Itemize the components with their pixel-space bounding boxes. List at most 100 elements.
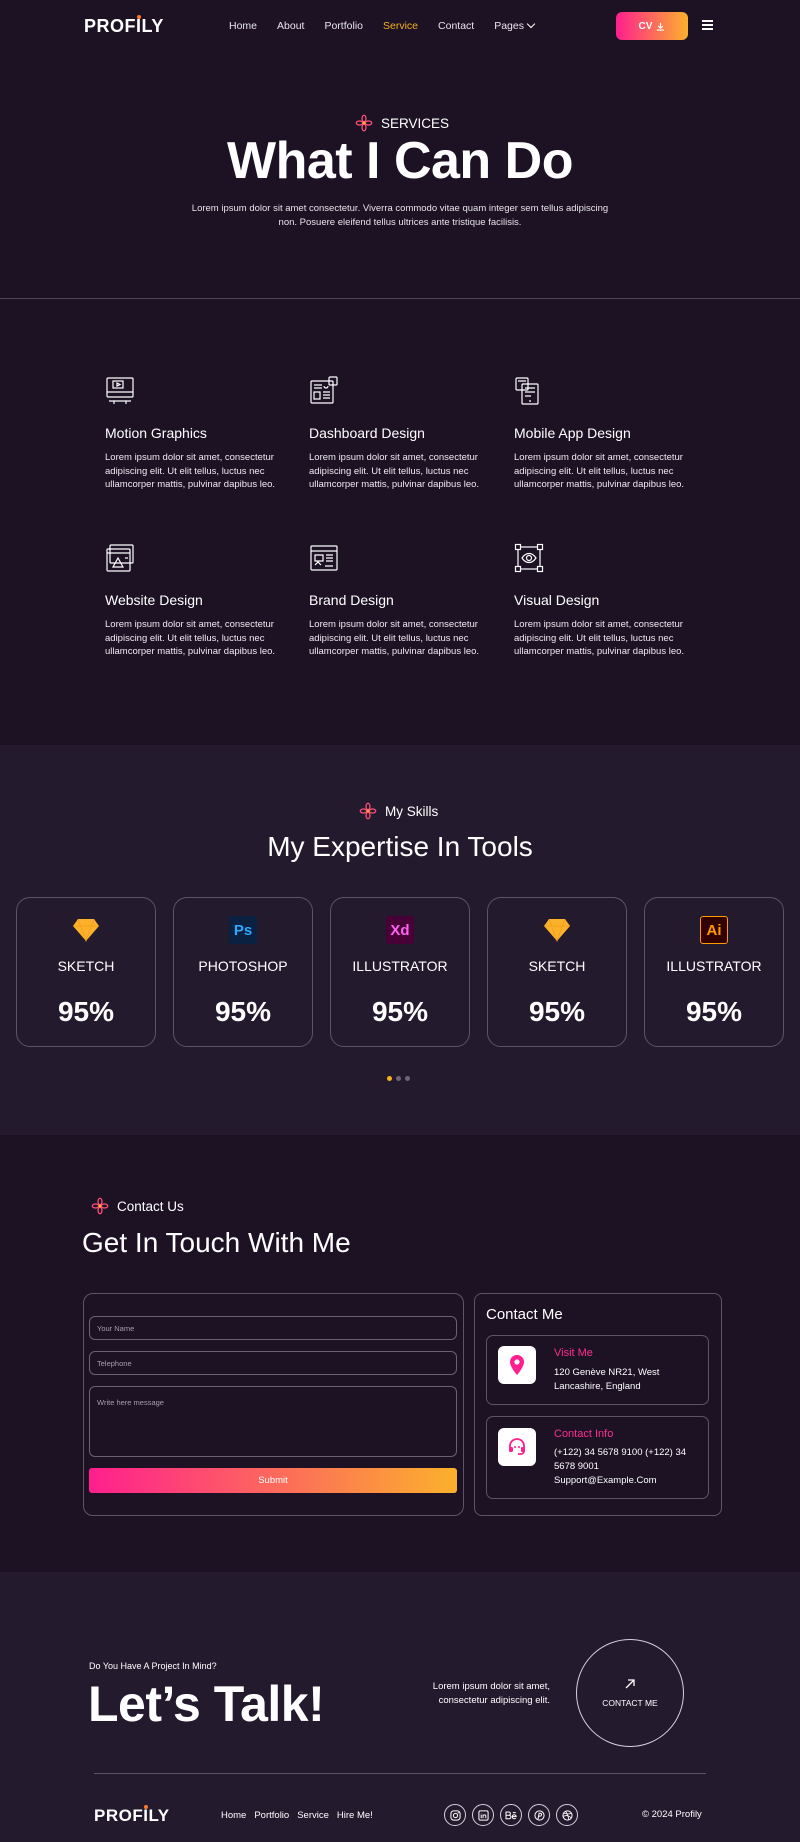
cv-download-button[interactable]: CV [616,12,688,40]
skill-percent: 95% [528,996,586,1027]
carousel-dots [385,1068,412,1086]
carousel-dot[interactable] [396,1076,401,1081]
skill-percent: 95% [214,996,272,1027]
brand-icon [310,545,338,571]
message-field[interactable] [89,1386,457,1457]
service-card: Visual Design Lorem ipsum dolor sit amet… [514,543,694,659]
footer-question: Do You Have A Project In Mind? [89,1661,217,1671]
skill-name: SKETCH [57,958,115,974]
instagram-icon[interactable] [444,1804,466,1826]
footer-divider [94,1773,706,1774]
nav-about[interactable]: About [277,20,304,32]
photoshop-icon: Ps [229,916,257,944]
telephone-field[interactable] [89,1351,457,1375]
skill-card[interactable]: Xd ILLUSTRATOR 95% [330,897,470,1047]
skill-card[interactable]: SKETCH 95% [487,897,627,1047]
visit-address: 120 Genève NR21, West Lancashire, Englan… [554,1367,660,1392]
cv-label: CV [638,20,653,32]
service-text: Lorem ipsum dolor sit amet, consectetur … [514,452,685,490]
skill-percent: 95% [57,996,115,1027]
behance-icon[interactable] [500,1804,522,1826]
footer-logo[interactable]: PROFI LY [94,1805,170,1826]
skill-name: PHOTOSHOP [198,958,288,974]
skills-title: My Expertise In Tools [267,831,533,862]
social-links [444,1804,578,1826]
contact-title: Get In Touch With Me [82,1227,351,1258]
service-title: Visual Design [514,592,600,608]
nav-portfolio[interactable]: Portfolio [324,20,363,32]
motion-graphics-icon [106,377,134,404]
location-pin-icon [498,1346,536,1384]
service-title: Website Design [105,592,203,608]
contact-info-title: Contact Info [554,1428,614,1440]
hero-divider [0,298,800,299]
service-card: Brand Design Lorem ipsum dolor sit amet,… [309,543,489,659]
skill-card[interactable]: SKETCH 95% [16,897,156,1047]
nav-contact[interactable]: Contact [438,20,474,32]
nav-service[interactable]: Service [383,20,418,32]
service-text: Lorem ipsum dolor sit amet, consectetur … [105,619,276,657]
contact-eyebrow: Contact Us [91,1197,184,1215]
service-card: Dashboard Design Lorem ipsum dolor sit a… [309,376,489,492]
skill-card[interactable]: Ps PHOTOSHOP 95% [173,897,313,1047]
arrow-up-right-icon [625,1679,635,1689]
linkedin-icon[interactable] [472,1804,494,1826]
nav-pages-label: Pages [494,20,524,32]
xd-icon: Xd [386,916,414,944]
flower-icon [91,1197,109,1215]
service-text: Lorem ipsum dolor sit amet, consectetur … [514,619,685,657]
name-field[interactable] [89,1316,457,1340]
service-title: Mobile App Design [514,425,631,441]
skill-percent: 95% [371,996,429,1027]
service-text: Lorem ipsum dolor sit amet, consectetur … [105,452,276,490]
lets-talk-heading: Let’s Talk! [88,1676,325,1732]
contact-phones: (+122) 34 5678 9100 (+122) 34 5678 9001 [554,1447,687,1472]
skills-eyebrow-label: My Skills [385,803,439,819]
dashboard-icon [310,376,338,404]
mobile-app-icon [515,377,539,405]
footer-text: Lorem ipsum dolor sit amet, consectetur … [432,1681,550,1706]
skill-name: ILLUSTRATOR [352,958,448,974]
service-text: Lorem ipsum dolor sit amet, consectetur … [309,619,480,657]
service-title: Motion Graphics [105,425,207,441]
header-logo[interactable]: PROFI LY [84,15,164,37]
sketch-icon [543,916,571,944]
hero-description: Lorem ipsum dolor sit amet consectetur. … [191,203,609,228]
footer-nav-home[interactable]: Home [221,1810,246,1821]
flower-icon [355,114,373,132]
contact-me-button[interactable]: CONTACT ME [576,1639,684,1747]
hero-eyebrow-label: SERVICES [381,115,450,131]
contact-panel-title: Contact Me [486,1306,563,1323]
copyright: © 2024 Profily [642,1809,702,1820]
skill-card[interactable]: Ai ILLUSTRATOR 95% [644,897,784,1047]
illustrator-icon: Ai [700,916,728,944]
skill-name: ILLUSTRATOR [666,958,762,974]
menu-icon[interactable] [702,18,713,32]
nav-pages[interactable]: Pages [494,19,536,32]
download-icon [657,22,665,31]
contact-email[interactable]: Support@Example.Com [554,1474,657,1488]
footer-nav-hire[interactable]: Hire Me! [337,1810,373,1821]
sketch-icon [72,916,100,944]
chevron-down-icon [526,19,536,29]
visit-title: Visit Me [554,1347,593,1359]
hero-eyebrow: SERVICES [355,114,449,132]
nav-home[interactable]: Home [229,20,257,32]
headset-icon [498,1428,536,1466]
skill-name: SKETCH [528,958,586,974]
footer-nav: Home Portfolio Service Hire Me! [221,1810,373,1821]
footer-nav-portfolio[interactable]: Portfolio [254,1810,289,1821]
dribbble-icon[interactable] [556,1804,578,1826]
page-title: What I Can Do [227,132,573,190]
footer-nav-service[interactable]: Service [297,1810,329,1821]
service-card: Motion Graphics Lorem ipsum dolor sit am… [105,376,285,492]
skill-percent: 95% [685,996,743,1027]
service-card: Mobile App Design Lorem ipsum dolor sit … [514,376,694,492]
service-card: Website Design Lorem ipsum dolor sit ame… [105,543,285,659]
contact-me-label: CONTACT ME [602,1698,658,1708]
carousel-dot[interactable] [387,1076,392,1081]
skills-eyebrow: My Skills [359,802,438,820]
pinterest-icon[interactable] [528,1804,550,1826]
submit-button[interactable]: Submit [89,1468,457,1493]
carousel-dot[interactable] [405,1076,410,1081]
